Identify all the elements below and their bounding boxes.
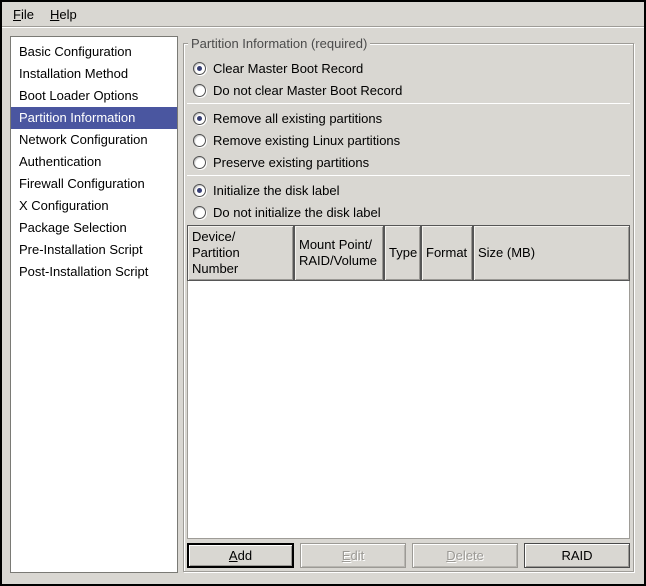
radio-button-icon[interactable] (193, 134, 206, 147)
column-header-device-partition-number[interactable]: Device/ Partition Number (187, 225, 294, 281)
frame-content: Clear Master Boot Record Do not clear Ma… (184, 44, 633, 571)
partition-information-frame: Partition Information (required) Clear M… (183, 43, 634, 572)
separator (187, 103, 630, 104)
radio-initialize-disk-label[interactable]: Initialize the disk label (187, 179, 630, 201)
raid-button[interactable]: RAID (524, 543, 630, 568)
radio-button-icon[interactable] (193, 156, 206, 169)
sidebar-item-installation-method[interactable]: Installation Method (11, 63, 177, 85)
sidebar-item-basic-configuration[interactable]: Basic Configuration (11, 41, 177, 63)
menu-file-label: File (13, 7, 34, 22)
category-list: Basic Configuration Installation Method … (10, 36, 178, 573)
raid-button-label: RAID (561, 548, 592, 563)
sidebar-item-package-selection[interactable]: Package Selection (11, 217, 177, 239)
delete-button-label: Delete (446, 548, 484, 563)
sidebar-item-firewall-configuration[interactable]: Firewall Configuration (11, 173, 177, 195)
radio-clear-mbr-label: Clear Master Boot Record (213, 61, 363, 76)
radio-remove-all-partitions-label: Remove all existing partitions (213, 111, 382, 126)
sidebar-item-pre-installation-script[interactable]: Pre-Installation Script (11, 239, 177, 261)
frame-title: Partition Information (required) (188, 36, 370, 51)
radio-remove-linux-partitions-label: Remove existing Linux partitions (213, 133, 400, 148)
radio-button-icon[interactable] (193, 84, 206, 97)
radio-button-icon[interactable] (193, 184, 206, 197)
kickstart-configurator-window: File Help Basic Configuration Installati… (0, 0, 646, 586)
menu-file[interactable]: File (5, 4, 42, 25)
radio-button-icon[interactable] (193, 62, 206, 75)
sidebar-item-post-installation-script[interactable]: Post-Installation Script (11, 261, 177, 283)
add-button[interactable]: Add (187, 543, 294, 568)
edit-button[interactable]: Edit (300, 543, 406, 568)
button-row: Add Edit Delete RAID (187, 543, 630, 568)
column-header-type[interactable]: Type (384, 225, 421, 281)
delete-button[interactable]: Delete (412, 543, 518, 568)
column-header-mount-point-raid-volume[interactable]: Mount Point/ RAID/Volume (294, 225, 384, 281)
edit-button-label: Edit (342, 548, 364, 563)
radio-button-icon[interactable] (193, 112, 206, 125)
radio-button-icon[interactable] (193, 206, 206, 219)
separator (187, 175, 630, 176)
add-button-label: Add (229, 548, 252, 563)
sidebar-item-boot-loader-options[interactable]: Boot Loader Options (11, 85, 177, 107)
sidebar-item-authentication[interactable]: Authentication (11, 151, 177, 173)
sidebar-item-x-configuration[interactable]: X Configuration (11, 195, 177, 217)
radio-remove-linux-partitions[interactable]: Remove existing Linux partitions (187, 129, 630, 151)
radio-do-not-clear-mbr-label: Do not clear Master Boot Record (213, 83, 402, 98)
radio-do-not-clear-mbr[interactable]: Do not clear Master Boot Record (187, 79, 630, 101)
column-header-format[interactable]: Format (421, 225, 473, 281)
menu-help[interactable]: Help (42, 4, 85, 25)
sidebar-item-partition-information[interactable]: Partition Information (11, 107, 177, 129)
radio-do-not-initialize-disk-label-label: Do not initialize the disk label (213, 205, 381, 220)
radio-do-not-initialize-disk-label[interactable]: Do not initialize the disk label (187, 201, 630, 223)
partition-table: Device/ Partition Number Mount Point/ RA… (187, 225, 630, 539)
radio-clear-mbr[interactable]: Clear Master Boot Record (187, 57, 630, 79)
radio-initialize-disk-label-label: Initialize the disk label (213, 183, 339, 198)
menu-help-label: Help (50, 7, 77, 22)
column-header-size-mb[interactable]: Size (MB) (473, 225, 630, 281)
partition-table-body[interactable] (187, 281, 630, 539)
radio-preserve-partitions-label: Preserve existing partitions (213, 155, 369, 170)
menubar-separator (2, 26, 644, 28)
sidebar-item-network-configuration[interactable]: Network Configuration (11, 129, 177, 151)
radio-remove-all-partitions[interactable]: Remove all existing partitions (187, 107, 630, 129)
menubar: File Help (2, 2, 644, 26)
radio-preserve-partitions[interactable]: Preserve existing partitions (187, 151, 630, 173)
partition-table-header: Device/ Partition Number Mount Point/ RA… (187, 225, 630, 281)
